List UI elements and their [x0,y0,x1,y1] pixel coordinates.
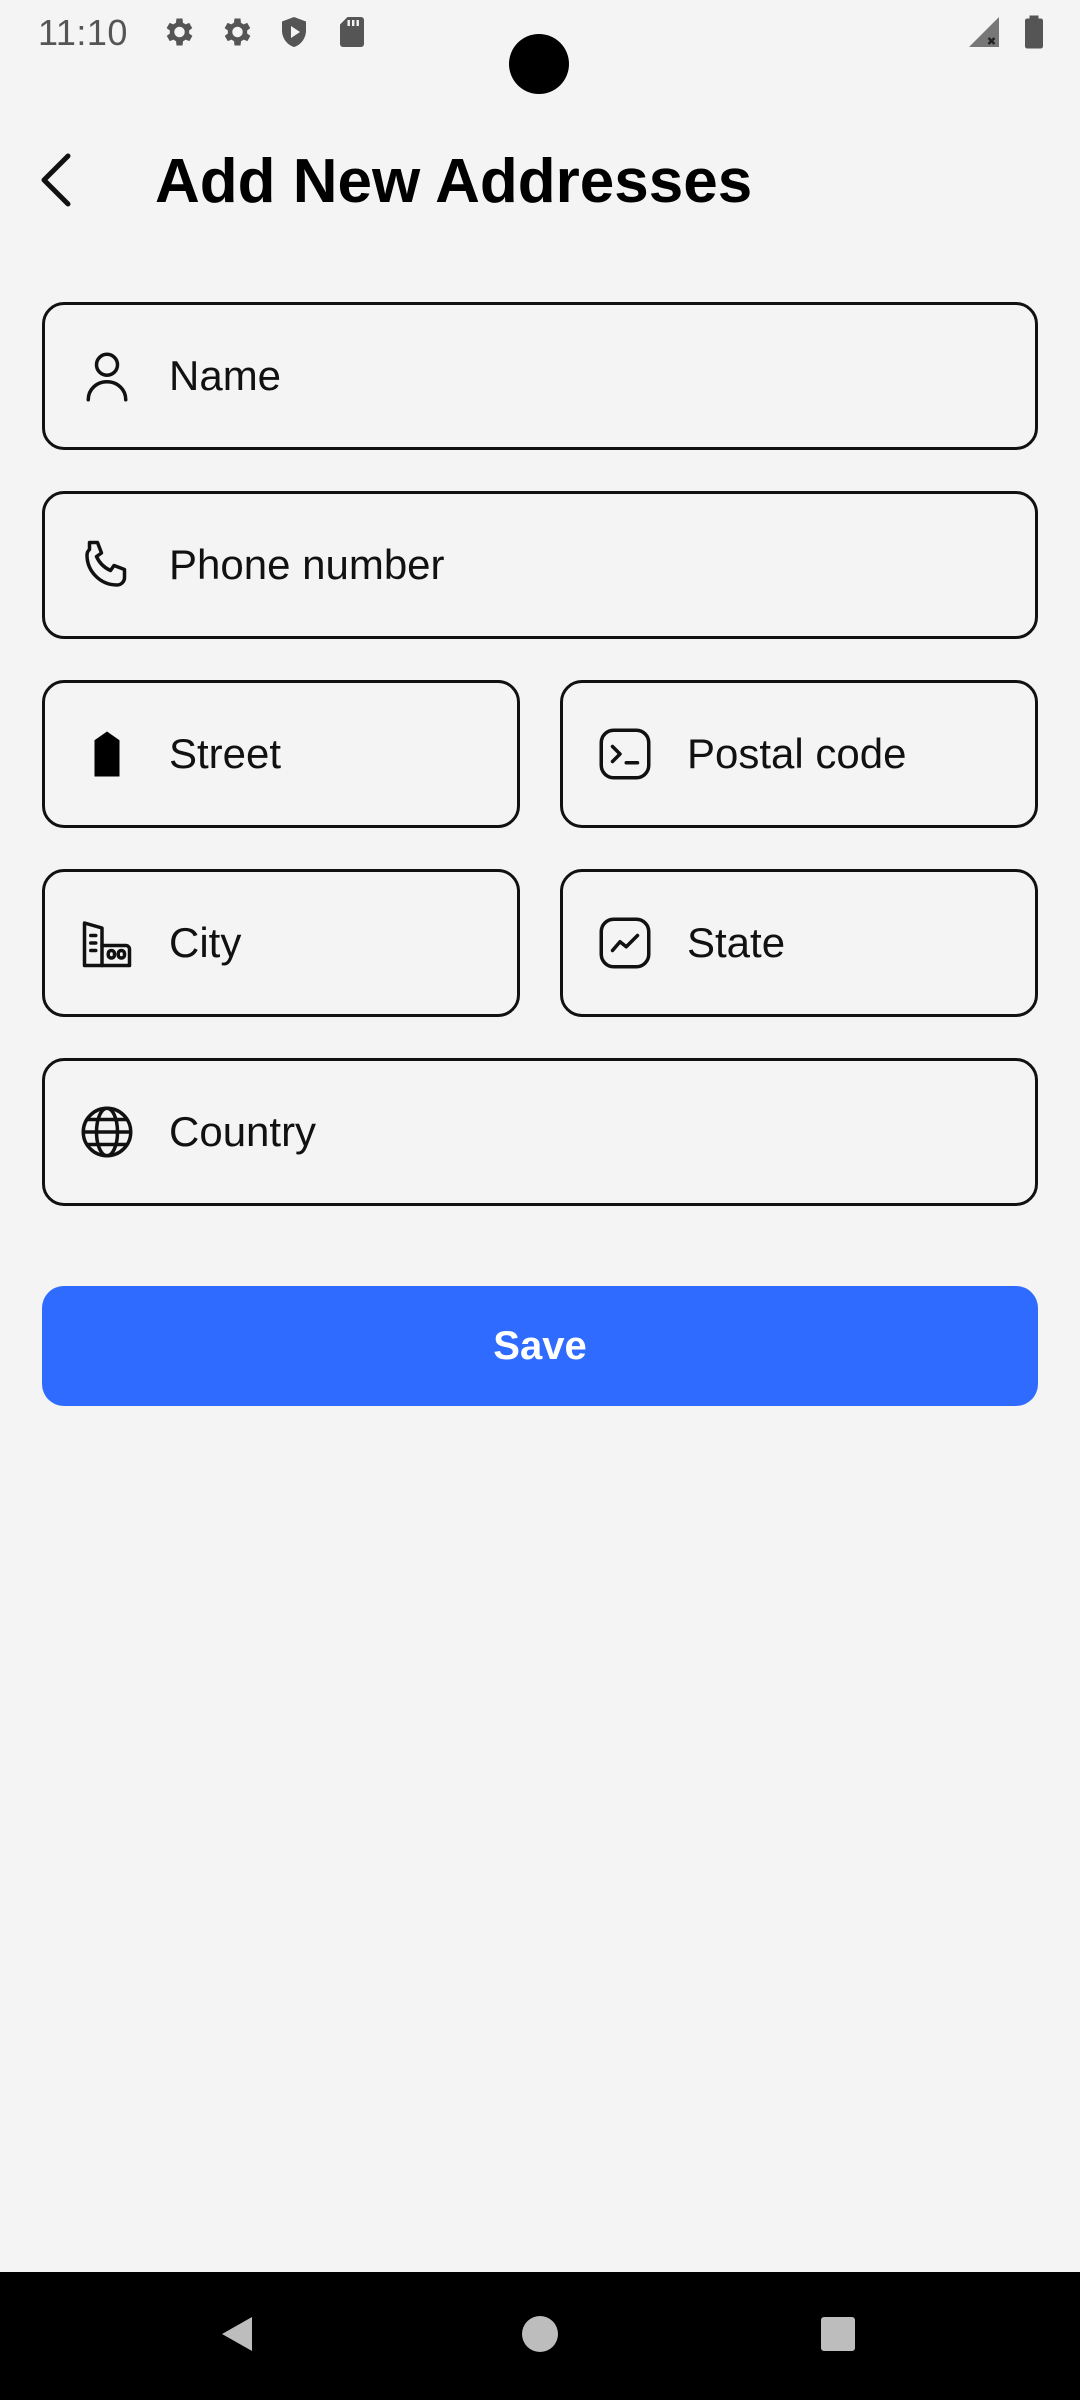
state-field[interactable] [560,869,1038,1017]
nav-back-button[interactable] [204,2302,272,2370]
postal-code-field[interactable] [560,680,1038,828]
battery-icon [1016,14,1052,50]
save-button[interactable]: Save [42,1286,1038,1406]
street-field[interactable] [42,680,520,828]
state-input[interactable] [687,872,1015,1014]
country-input[interactable] [169,1061,1015,1203]
tag-icon [77,724,137,784]
nav-recents-button[interactable] [804,2302,872,2370]
globe-icon [77,1102,137,1162]
street-input[interactable] [169,683,497,825]
city-input[interactable] [169,872,497,1014]
person-icon [77,346,137,406]
buildings-icon [77,913,137,973]
add-address-screen: 11:10 Add New Addresses Name Phone numbe… [0,0,1080,2400]
triangle-back-icon [214,2310,262,2363]
shield-icon [276,14,312,50]
phone-field[interactable] [42,491,1038,639]
nav-home-button[interactable] [506,2302,574,2370]
camera-cutout [509,34,569,94]
page-title: Add New Addresses [155,147,753,216]
country-field[interactable] [42,1058,1038,1206]
status-time: 11:10 [38,12,128,53]
square-recents-icon [814,2310,862,2363]
gear-icon [160,14,196,50]
circle-home-icon [516,2310,564,2363]
name-input[interactable] [169,305,1015,447]
city-field[interactable] [42,869,520,1017]
chart-square-icon [595,913,655,973]
back-button[interactable] [28,146,84,218]
gear-icon [218,14,254,50]
phone-input[interactable] [169,494,1015,636]
system-nav-bar [0,2272,1080,2400]
signal-icon [966,14,1002,50]
name-field[interactable] [42,302,1038,450]
postal-code-input[interactable] [687,683,1015,825]
terminal-icon [595,724,655,784]
sd-card-icon [334,14,370,50]
chevron-left-icon [36,150,76,215]
phone-icon [77,535,137,595]
